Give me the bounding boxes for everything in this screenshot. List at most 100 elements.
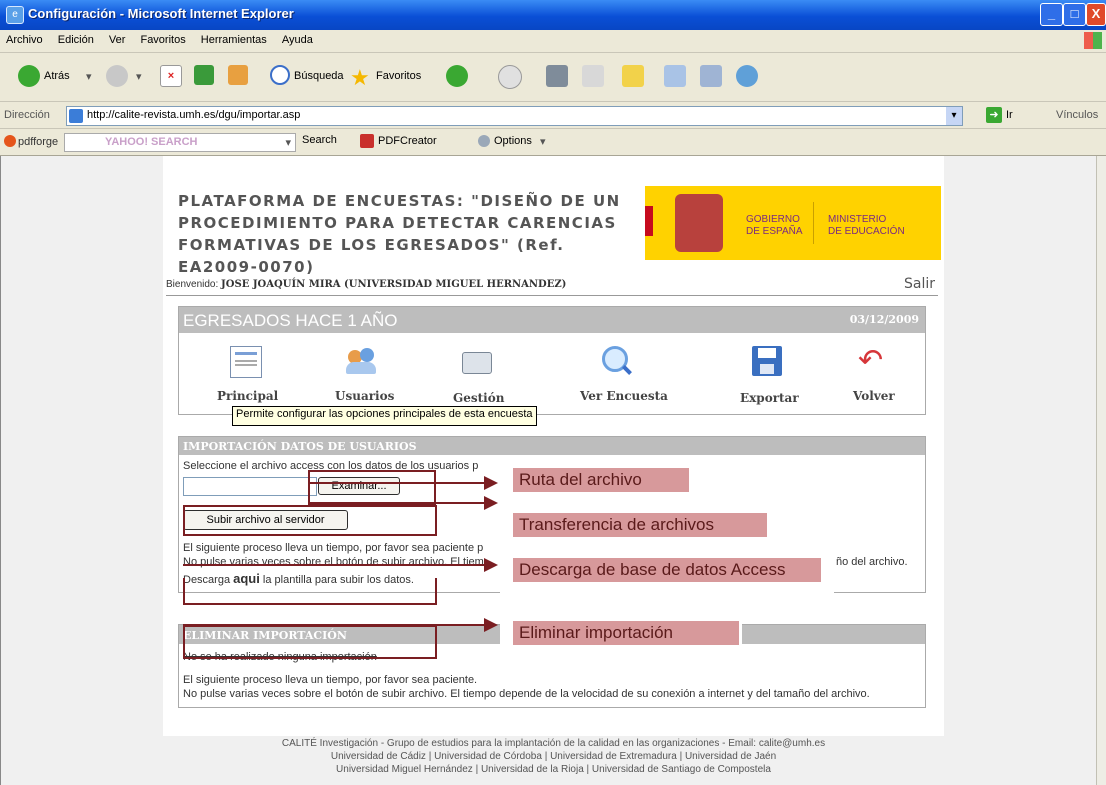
ie-icon: e [6,6,24,24]
footer-line-1: CALITÉ Investigación - Grupo de estudios… [281,738,826,749]
welcome-label: Bienvenido: [166,279,219,290]
options-button[interactable]: Options [494,135,532,147]
import-note-2-tail: ño del archivo. [836,556,908,568]
annotation-box-upload [183,505,437,536]
arrow-line-transfer [308,502,486,504]
contacts-icon[interactable] [736,65,758,87]
ministry-logo: GOBIERNO DE ESPAÑA MINISTERIO DE EDUCACIÓN [645,186,941,260]
minimize-button[interactable]: _ [1040,3,1063,26]
menu-herramientas[interactable]: Herramientas [195,30,273,46]
arrow-line-path [308,482,486,484]
nav-volver[interactable]: Volver [853,389,895,403]
research-icon[interactable] [664,65,686,87]
callout-delete-import: Eliminar importación [513,621,739,645]
edit-icon[interactable] [582,65,604,87]
yahoo-toolbar: pdfforge YAHOO! SEARCH ▾ Search PDFCreat… [0,129,1106,156]
window-title-bar: e Configuración - Microsoft Internet Exp… [0,0,1106,30]
links-label[interactable]: Vínculos [1056,109,1098,121]
address-label: Dirección [4,109,50,121]
menu-favoritos[interactable]: Favoritos [134,30,191,46]
coat-of-arms-icon [675,194,723,252]
import-note-2: No pulse varias veces sobre el botón de … [183,556,484,568]
options-dropdown-icon[interactable]: ▾ [540,135,546,148]
logout-link[interactable]: Salir [904,276,935,292]
search-icon[interactable] [270,65,290,85]
menu-archivo[interactable]: Archivo [0,30,49,46]
address-url: http://calite-revista.umh.es/dgu/importa… [87,109,301,121]
pdfforge-label[interactable]: pdfforge [18,136,58,148]
address-input[interactable]: http://calite-revista.umh.es/dgu/importa… [66,106,963,126]
vertical-scrollbar[interactable] [1096,156,1106,785]
pdfcreator-icon [360,134,374,148]
users-icon[interactable] [346,346,376,376]
stop-icon[interactable]: × [160,65,182,87]
nav-ver-encuesta[interactable]: Ver Encuesta [580,389,668,403]
pdfcreator-button[interactable]: PDFCreator [378,135,437,147]
file-path-input[interactable] [183,477,317,496]
go-arrow-icon[interactable]: ➜ [986,107,1002,123]
search-button-label[interactable]: Búsqueda [294,70,344,82]
pdfforge-icon [4,135,16,147]
platform-title-line-2: PROCEDIMIENTO PARA DETECTAR CARENCIAS [178,214,617,232]
home-icon[interactable] [228,65,248,85]
annotation-box-path [308,470,436,506]
window-title: Configuración - Microsoft Internet Explo… [28,6,294,21]
callout-access-download: Descarga de base de datos Access [513,558,821,582]
back-arrow-icon[interactable]: ↶ [858,346,888,376]
nav-usuarios[interactable]: Usuarios [335,389,394,403]
drive-icon[interactable] [462,352,492,374]
ministerio-label: MINISTERIO DE EDUCACIÓN [828,214,905,237]
favorites-star-icon[interactable]: ★ [350,65,370,91]
windows-logo-icon [1084,32,1102,49]
back-button-label[interactable]: Atrás [44,70,70,82]
import-title: IMPORTACIÓN DATOS DE USUARIOS [183,440,417,453]
nav-principal[interactable]: Principal [217,389,278,403]
forward-dropdown-icon[interactable]: ▾ [136,70,142,83]
survey-header: EGRESADOS HACE 1 AÑO 03/12/2009 [179,307,925,333]
callout-file-transfer: Transferencia de archivos [513,513,767,537]
gobierno-label: GOBIERNO DE ESPAÑA [746,214,803,237]
import-note-1: El siguiente proceso lleva un tiempo, po… [183,542,484,554]
address-bar: Dirección http://calite-revista.umh.es/d… [0,102,1106,129]
print-icon[interactable] [546,65,568,87]
delete-note-1: El siguiente proceso lleva un tiempo, po… [183,674,478,686]
back-arrow-icon[interactable] [18,65,40,87]
nav-gestion[interactable]: Gestión [453,391,504,405]
floppy-icon[interactable] [752,346,782,376]
yahoo-search-input[interactable]: YAHOO! SEARCH ▾ [64,133,296,152]
arrow-line-download [183,564,486,566]
page-icon [69,109,83,123]
refresh-icon[interactable] [194,65,214,85]
yahoo-dropdown-icon[interactable]: ▾ [285,136,291,149]
document-icon[interactable] [230,346,262,378]
welcome-line: Bienvenido: JOSE JOAQUÍN MIRA (UNIVERSID… [166,279,566,290]
go-button-label[interactable]: Ir [1006,109,1013,121]
flag-stripe [645,206,653,236]
import-header: IMPORTACIÓN DATOS DE USUARIOS [179,437,925,455]
user-name: JOSE JOAQUÍN MIRA (UNIVERSIDAD MIGUEL HE… [221,279,567,290]
yahoo-search-button[interactable]: Search [302,134,337,146]
menu-ver[interactable]: Ver [103,30,132,46]
mail-icon[interactable] [498,65,522,89]
footer: CALITÉ Investigación - Grupo de estudios… [163,737,944,776]
menu-edicion[interactable]: Edición [52,30,100,46]
logo-divider [813,202,814,244]
header-divider [166,295,938,296]
survey-date: 03/12/2009 [849,313,919,326]
back-dropdown-icon[interactable]: ▾ [86,70,92,83]
folder-icon[interactable] [622,65,644,87]
maximize-button[interactable]: □ [1063,3,1086,26]
close-button[interactable]: X [1086,3,1106,26]
forward-arrow-icon[interactable] [106,65,128,87]
menu-ayuda[interactable]: Ayuda [276,30,319,46]
history-icon[interactable] [446,65,468,87]
options-gear-icon [478,135,490,147]
yahoo-search-placeholder: YAHOO! SEARCH [105,136,198,148]
favorites-button-label[interactable]: Favoritos [376,70,421,82]
address-dropdown-icon[interactable]: ▾ [946,107,962,125]
messenger-icon[interactable] [700,65,722,87]
arrow-line-delete [183,624,486,626]
magnifier-icon[interactable] [602,346,632,376]
nav-exportar[interactable]: Exportar [740,391,799,405]
callout-file-path: Ruta del archivo [513,468,689,492]
